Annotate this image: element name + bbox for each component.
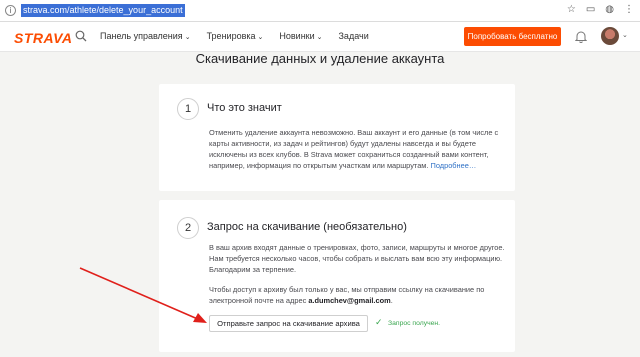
chevron-down-icon: ⌄ (316, 33, 323, 41)
info-icon[interactable]: i (5, 5, 16, 16)
check-icon: ✓ (375, 318, 383, 328)
card-title: Что это значит (207, 102, 282, 114)
archive-description: В ваш архив входят данные о тренировках,… (209, 243, 505, 274)
extension-icon[interactable]: ◍ (605, 4, 614, 15)
chevron-down-icon: ⌄ (257, 33, 264, 41)
step-number: 2 (177, 217, 199, 239)
nav-training-label: Тренировка (206, 31, 256, 41)
star-icon[interactable]: ☆ (567, 4, 576, 15)
learn-more-link[interactable]: Подробнее… (431, 161, 477, 170)
card-title: Запрос на скачивание (необязательно) (207, 221, 407, 233)
address-url[interactable]: strava.com/athlete/delete_your_account (21, 4, 185, 17)
top-navigation: STRAVA Панель управления ⌄ Тренировка ⌄ Но… (0, 22, 640, 52)
email-notice-end: . (390, 296, 393, 305)
bookmark-icon[interactable]: ▭ (586, 4, 595, 15)
request-archive-button[interactable]: Отправьте запрос на скачивание архива (209, 315, 368, 332)
nav-dashboard[interactable]: Панель управления ⌄ (100, 31, 191, 41)
chevron-down-icon: ⌄ (184, 33, 191, 41)
main-nav: Панель управления ⌄ Тренировка ⌄ Новинки ⌄ … (100, 31, 369, 41)
menu-icon[interactable]: ⋮ (624, 4, 634, 15)
try-free-button[interactable]: Попробовать бесплатно (464, 27, 561, 46)
browser-address-bar: i strava.com/athlete/delete_your_account… (0, 0, 640, 22)
nav-explore[interactable]: Новинки ⌄ (279, 31, 322, 41)
search-icon[interactable] (75, 30, 87, 42)
strava-logo[interactable]: STRAVA (14, 30, 72, 46)
chevron-down-icon[interactable]: ⌄ (622, 31, 628, 39)
avatar[interactable] (601, 27, 619, 45)
nav-challenges-label: Задачи (338, 31, 369, 41)
step-number: 1 (177, 98, 199, 120)
nav-explore-label: Новинки (279, 31, 315, 41)
email-notice: Чтобы доступ к архиву был только у вас, … (209, 284, 505, 306)
request-status: Запрос получен. (388, 320, 441, 327)
what-it-means-card: 1 Что это значит Отменить удаление аккау… (159, 84, 515, 191)
email-address: a.dumchev@gmail.com (308, 296, 391, 305)
card-description: Отменить удаление аккаунта невозможно. В… (209, 127, 505, 171)
browser-toolbar-icons: ☆ ▭ ◍ ⋮ (567, 4, 634, 15)
bell-icon[interactable] (575, 30, 587, 43)
download-request-card: 2 Запрос на скачивание (необязательно) В… (159, 200, 515, 352)
nav-challenges[interactable]: Задачи (339, 31, 369, 41)
nav-dashboard-label: Панель управления (100, 31, 183, 41)
nav-training[interactable]: Тренировка ⌄ (207, 31, 264, 41)
page-title: Скачивание данных и удаление аккаунта (195, 51, 445, 66)
